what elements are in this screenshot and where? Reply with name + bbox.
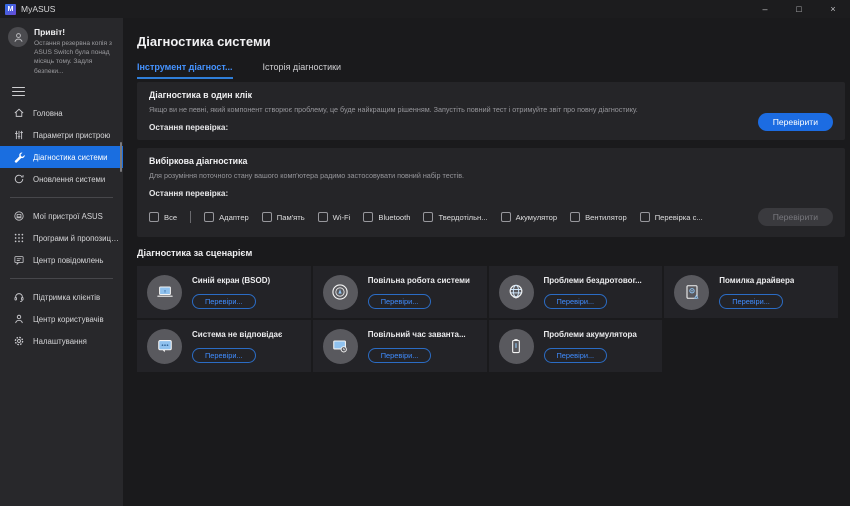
- sidebar-item-apps-offers[interactable]: Програми й пропозиції від...: [0, 227, 123, 249]
- selective-check-button[interactable]: Перевірити: [757, 208, 833, 226]
- greeting-banner[interactable]: Привіт! Остання резервна копія з ASUS Sw…: [0, 27, 123, 76]
- selective-title: Вибіркова діагностика: [149, 156, 248, 166]
- titlebar: M MyASUS – □ ×: [0, 0, 850, 18]
- card-not-responding-check-button[interactable]: Перевіри...: [192, 347, 256, 363]
- sidebar-divider: [10, 278, 113, 280]
- sidebar-item-customer-support[interactable]: Підтримка клієнтів: [0, 286, 123, 308]
- one-click-check-button[interactable]: Перевірити: [757, 113, 833, 131]
- sidebar-item-device-settings[interactable]: Параметри пристрою: [0, 124, 123, 146]
- monitor-clock-icon: [322, 328, 358, 364]
- avatar[interactable]: [8, 27, 28, 47]
- close-button[interactable]: ×: [816, 0, 850, 18]
- card-slow-system: Повільна робота системи Перевіри...: [312, 266, 487, 318]
- globe-icon: [498, 274, 534, 310]
- scenario-section-title: Діагностика за сценарієм: [137, 248, 253, 258]
- home-icon: [12, 107, 25, 120]
- tab-bar: Інструмент діагност... Історія діагности…: [137, 62, 845, 79]
- window-title: MyASUS: [21, 4, 56, 14]
- main-content: Діагностика системи Інструмент діагност.…: [123, 18, 850, 506]
- devices-icon: [12, 210, 25, 223]
- card-not-responding: Система не відповідає Перевіри...: [137, 320, 311, 372]
- minimize-button[interactable]: –: [748, 0, 782, 18]
- card-slow-system-check-button[interactable]: Перевіри...: [367, 293, 432, 309]
- card-slow-boot-check-button[interactable]: Перевіри...: [367, 347, 432, 363]
- sidebar-divider: [10, 197, 113, 199]
- card-battery: Проблеми акумулятора Перевіри...: [488, 320, 663, 372]
- card-driver-error: Помилка драйвера Перевіри...: [664, 266, 838, 318]
- one-click-title: Діагностика в один клік: [149, 90, 252, 100]
- chat-dots-icon: [147, 328, 182, 364]
- card-wireless-check-button[interactable]: Перевіри...: [543, 293, 608, 309]
- sidebar-item-system-update[interactable]: Оновлення системи: [0, 168, 123, 190]
- checkbox-divider: [190, 211, 192, 223]
- checkbox-system-check[interactable]: Перевірка с...: [639, 212, 703, 222]
- card-bsod: x Синій екран (BSOD) Перевіри...: [137, 266, 311, 318]
- laptop-bsod-icon: x: [147, 274, 182, 310]
- sidebar: Привіт! Остання резервна копія з ASUS Sw…: [0, 18, 123, 506]
- selective-diagnostics-panel: Вибіркова діагностика Для розуміння пото…: [137, 148, 845, 237]
- sliders-icon: [12, 129, 25, 142]
- card-wireless: Проблеми бездротовог... Перевіри...: [488, 266, 663, 318]
- sidebar-item-settings[interactable]: Налаштування: [0, 330, 123, 352]
- one-click-description: Якщо ви не певні, який компонент створює…: [149, 105, 638, 114]
- checkbox-all[interactable]: Все: [149, 212, 177, 222]
- card-battery-check-button[interactable]: Перевіри...: [543, 347, 608, 363]
- maximize-button[interactable]: □: [782, 0, 816, 18]
- person-icon: [12, 313, 25, 326]
- sidebar-item-system-diagnostics[interactable]: Діагностика системи: [0, 146, 123, 169]
- sidebar-item-my-asus-devices[interactable]: Мої пристрої ASUS: [0, 205, 123, 227]
- wrench-icon: [12, 151, 25, 164]
- myasus-window: M MyASUS – □ × Привіт! Остання резервна …: [0, 0, 850, 506]
- message-icon: [12, 254, 25, 267]
- checkbox-ssd[interactable]: Твердотільн...: [423, 212, 488, 222]
- myasus-logo-icon: M: [5, 3, 16, 15]
- greeting-message: Остання резервна копія з ASUS Switch бул…: [34, 40, 112, 75]
- one-click-last-check-label: Остання перевірка:: [149, 123, 229, 132]
- selective-last-check-label: Остання перевірка:: [149, 189, 229, 198]
- page-title: Діагностика системи: [137, 34, 271, 49]
- battery-icon: [498, 328, 534, 364]
- card-driver-check-button[interactable]: Перевіри...: [719, 293, 783, 309]
- one-click-diagnostics-panel: Діагностика в один клік Якщо ви не певні…: [137, 82, 845, 140]
- card-bsod-check-button[interactable]: Перевіри...: [192, 293, 256, 309]
- scenario-cards-grid: x Синій екран (BSOD) Перевіри... Повільн…: [137, 266, 838, 372]
- sidebar-item-message-center[interactable]: Центр повідомлень: [0, 249, 123, 271]
- support-icon: [12, 291, 25, 304]
- sidebar-nav: Головна Параметри пристрою Діагностика с…: [0, 102, 123, 352]
- checkbox-bluetooth[interactable]: Bluetooth: [363, 212, 410, 222]
- tab-diagnostic-tool[interactable]: Інструмент діагност...: [137, 62, 233, 79]
- tab-diagnostic-history[interactable]: Історія діагностики: [263, 62, 342, 79]
- user-avatar-icon: [13, 32, 23, 42]
- sidebar-item-user-center[interactable]: Центр користувачів: [0, 308, 123, 330]
- diagnostic-checkbox-row: Все Адаптер Пам'ять Wi-Fi Bluetooth Твер…: [149, 211, 749, 223]
- checkbox-adapter[interactable]: Адаптер: [204, 212, 249, 222]
- checkbox-all-box[interactable]: [149, 212, 159, 222]
- greeting-title: Привіт!: [34, 27, 66, 37]
- gauge-icon: [322, 274, 358, 310]
- checkbox-wifi[interactable]: Wi-Fi: [317, 212, 350, 222]
- checkbox-fan[interactable]: Вентилятор: [570, 212, 627, 222]
- driver-warning-icon: [674, 274, 710, 310]
- menu-hamburger-icon[interactable]: [12, 86, 25, 97]
- checkbox-memory[interactable]: Пам'ять: [261, 212, 305, 222]
- checkbox-battery[interactable]: Акумулятор: [500, 212, 557, 222]
- card-slow-boot: Повільний час заванта... Перевіри...: [312, 320, 487, 372]
- apps-grid-icon: [12, 232, 25, 245]
- update-icon: [12, 173, 25, 186]
- selective-description: Для розуміння поточного стану вашого ком…: [149, 171, 465, 180]
- gear-icon: [12, 335, 25, 348]
- sidebar-item-home[interactable]: Головна: [0, 102, 123, 124]
- sidebar-scrollbar[interactable]: [120, 142, 122, 172]
